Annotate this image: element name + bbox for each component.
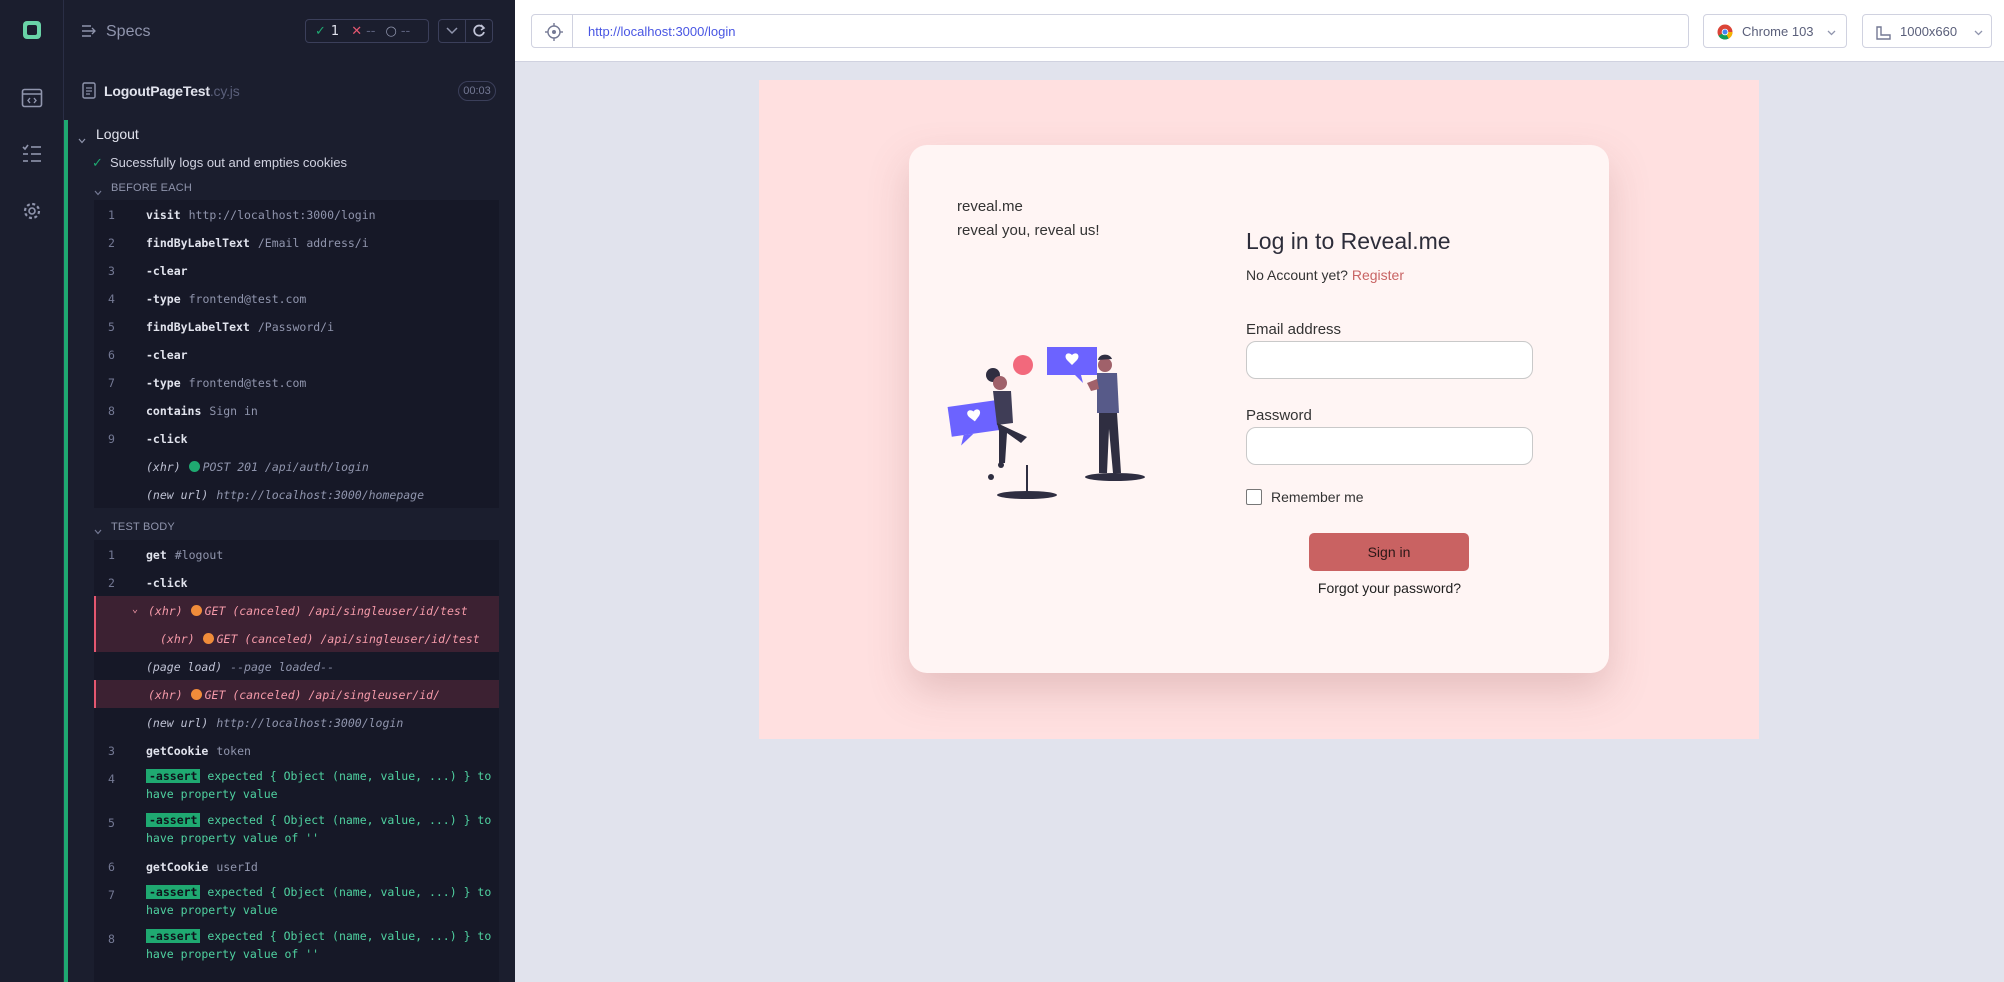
command-row[interactable]: 6 getCookie userId <box>94 852 499 880</box>
chevron-down-icon <box>94 183 102 201</box>
app-under-test-area: http://localhost:3000/login Chrome 103 1… <box>515 0 2004 982</box>
xhr-row-canceled[interactable]: (xhr) GET (canceled) /api/singleuser/id/t… <box>94 624 499 652</box>
command-row[interactable]: 2 findByLabelText/Email address/i <box>94 228 499 256</box>
couple-illustration <box>947 347 1145 499</box>
browser-name: Chrome 103 <box>1742 24 1814 39</box>
password-label: Password <box>1246 407 1312 424</box>
before-each-commands: 1 visit http://localhost:3000/login 2 findB… <box>94 200 499 508</box>
command-row[interactable]: 1 get #logout <box>94 540 499 568</box>
specs-label[interactable]: Specs <box>106 23 150 41</box>
before-each-hook-title[interactable]: BEFORE EACH <box>111 182 192 194</box>
sign-in-button[interactable]: Sign in <box>1309 533 1469 571</box>
viewport-icon <box>1875 24 1891 43</box>
status-dot-icon <box>190 605 202 616</box>
password-field[interactable] <box>1246 427 1533 465</box>
refresh-icon <box>473 24 486 37</box>
brand-block: reveal.me reveal you, reveal us! <box>957 195 1100 243</box>
remember-me-label[interactable]: Remember me <box>1271 489 1364 505</box>
command-row[interactable]: 5 findByLabelText/Password/i <box>94 312 499 340</box>
viewport-size: 1000x660 <box>1900 24 1958 39</box>
test-title[interactable]: Sucessfully logs out and empties cookies <box>110 155 347 170</box>
command-row[interactable]: 6 -clear <box>94 340 499 368</box>
aut-header: http://localhost:3000/login Chrome 103 1… <box>515 0 2004 62</box>
chevron-down-icon <box>1974 24 1983 39</box>
list-icon[interactable] <box>20 142 44 166</box>
status-dot-icon <box>188 461 200 472</box>
pass-check-icon: ✓ <box>315 23 326 39</box>
command-row[interactable]: 3 getCookie token <box>94 736 499 764</box>
new-url-row[interactable]: (new url) http://localhost:3000/login <box>94 708 499 736</box>
status-dot-icon <box>202 633 214 644</box>
command-row[interactable]: 3 -clear <box>94 256 499 284</box>
selector-playground-icon[interactable] <box>545 23 563 46</box>
browser-selector[interactable]: Chrome 103 <box>1703 14 1847 48</box>
chevron-down-icon <box>94 522 102 540</box>
test-body-commands: 1 get #logout 2 -click ⌄ (xhr) GET (canceled)… <box>94 540 499 982</box>
test-stats: ✓ 1 ✕ -- ○ -- <box>305 19 429 43</box>
command-row[interactable]: 2 -click <box>94 568 499 596</box>
brand-name: reveal.me <box>957 198 1023 215</box>
viewport-selector[interactable]: 1000x660 <box>1862 14 1992 48</box>
email-label: Email address <box>1246 321 1342 338</box>
assert-row[interactable]: 7 -assert expected { Object (name, value,… <box>94 880 499 924</box>
register-link[interactable]: Register <box>1352 267 1404 283</box>
brand-tagline: reveal you, reveal us! <box>957 222 1100 239</box>
remember-me-checkbox[interactable] <box>1246 489 1262 505</box>
test-pass-icon: ✓ <box>92 155 103 170</box>
no-account-text: No Account yet? Register <box>1246 267 1404 283</box>
email-field[interactable] <box>1246 341 1533 379</box>
command-log-panel: Specs ✓ 1 ✕ -- ○ -- LogoutPageTest.cy.js… <box>64 0 515 982</box>
login-card: reveal.me reveal you, reveal us! Log in … <box>909 145 1609 673</box>
command-row[interactable]: 9 -click <box>94 424 499 452</box>
command-row[interactable]: 1 visit http://localhost:3000/login <box>94 200 499 228</box>
runnable-tree: Logout ✓ Sucessfully logs out and emptie… <box>64 120 515 982</box>
new-url-row[interactable]: (new url) http://localhost:3000/homepage <box>94 480 499 508</box>
url-divider <box>572 15 573 47</box>
app-iframe: reveal.me reveal you, reveal us! Log in … <box>759 80 1759 739</box>
pending-icon: ○ <box>385 23 397 39</box>
specs-toggle-icon[interactable] <box>81 24 97 43</box>
failed-count: -- <box>366 23 376 39</box>
chrome-icon <box>1717 24 1733 43</box>
assert-row[interactable]: 8 -assert expected { Object (name, value,… <box>94 924 499 968</box>
pass-indicator-bar <box>64 120 68 982</box>
file-icon <box>82 82 96 104</box>
command-row[interactable]: 7 -type frontend@test.com <box>94 368 499 396</box>
spec-file-name: LogoutPageTest.cy.js <box>104 83 240 99</box>
spec-duration: 00:03 <box>458 81 496 101</box>
test-body-title[interactable]: TEST BODY <box>111 521 175 533</box>
url-bar[interactable]: http://localhost:3000/login <box>531 14 1689 48</box>
status-dot-icon <box>190 689 202 700</box>
chevron-down-icon <box>1827 24 1836 39</box>
collapse-button[interactable] <box>438 19 466 43</box>
page-load-row[interactable]: (page load) --page loaded-- <box>94 652 499 680</box>
icon-rail <box>0 0 64 982</box>
rerun-button[interactable] <box>465 19 493 43</box>
gear-icon[interactable] <box>20 199 44 223</box>
pending-count: -- <box>400 23 411 39</box>
assert-row[interactable]: 4 -assert expected { Object (name, value,… <box>94 764 499 808</box>
passed-count: 1 <box>330 23 340 39</box>
command-row[interactable]: 8 contains Sign in <box>94 396 499 424</box>
suite-title[interactable]: Logout <box>96 126 139 142</box>
url-text[interactable]: http://localhost:3000/login <box>588 24 735 39</box>
login-title: Log in to Reveal.me <box>1246 228 1451 254</box>
fail-x-icon: ✕ <box>351 23 363 39</box>
browser-icon[interactable] <box>20 86 44 110</box>
chevron-down-icon: ⌄ <box>132 604 139 615</box>
xhr-row-canceled[interactable]: ⌄ (xhr) GET (canceled) /api/singleuser/id/… <box>94 596 499 624</box>
specs-header: Specs ✓ 1 ✕ -- ○ -- <box>64 0 515 64</box>
xhr-row-canceled[interactable]: (xhr) GET (canceled) /api/singleuser/id/ <box>94 680 499 708</box>
chevron-down-icon <box>446 27 458 35</box>
xhr-row[interactable]: (xhr) POST 201 /api/auth/login <box>94 452 499 480</box>
chevron-down-icon <box>78 131 86 149</box>
assert-row[interactable]: 5 -assert expected { Object (name, value,… <box>94 808 499 852</box>
command-row[interactable]: 4 -type frontend@test.com <box>94 284 499 312</box>
forgot-password-link[interactable]: Forgot your password? <box>1246 580 1533 596</box>
cypress-logo-icon[interactable] <box>20 18 44 42</box>
spec-file-row: LogoutPageTest.cy.js 00:03 <box>64 76 515 106</box>
